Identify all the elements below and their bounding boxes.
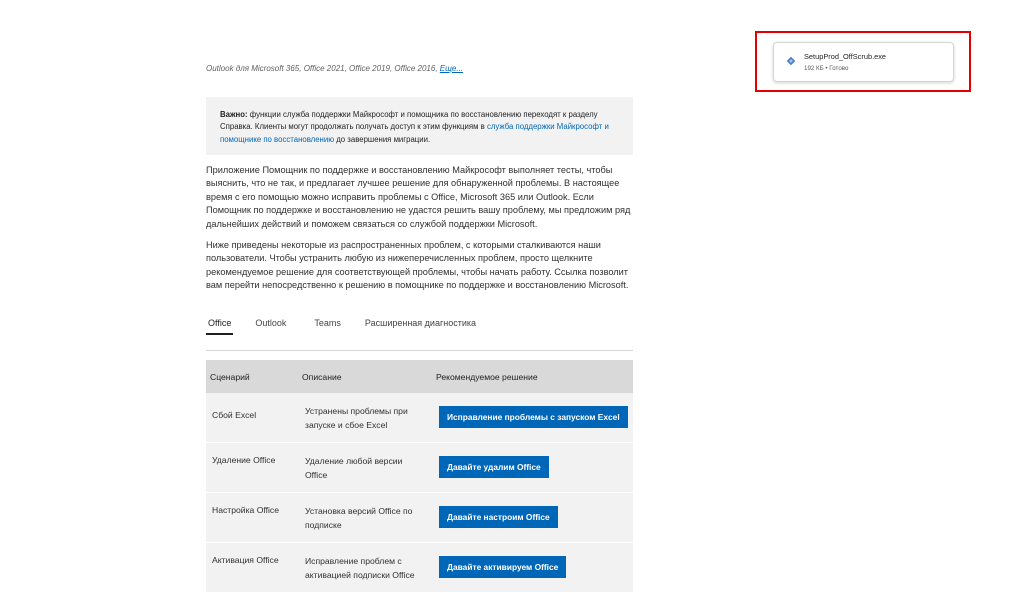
scenarios-table: Сценарий Описание Рекомендуемое решение … <box>206 360 633 593</box>
applies-to-line: Outlook для Microsoft 365, Office 2021, … <box>206 64 463 73</box>
more-link[interactable]: Еще... <box>440 64 463 73</box>
download-status: 192 КБ • Готово <box>804 65 849 72</box>
description-cell: Удаление любой версии Office <box>305 456 403 480</box>
scenario-cell: Сбой Excel <box>212 410 257 420</box>
scenario-cell: Активация Office <box>212 555 279 565</box>
scenario-cell: Удаление Office <box>212 455 276 465</box>
uninstall-office-button[interactable]: Давайте удалим Office <box>439 456 549 478</box>
tab-office[interactable]: Office <box>206 318 234 336</box>
fix-excel-button[interactable]: Исправление проблемы с запуском Excel <box>439 406 628 428</box>
notice-text-2: до завершения миграции. <box>334 134 431 144</box>
download-item[interactable]: SetupProd_OffScrub.exe 192 КБ • Готово <box>773 42 954 82</box>
table-row: Активация Office Исправление проблем с а… <box>206 543 633 593</box>
header-scenario: Сценарий <box>210 372 250 382</box>
description-cell: Исправление проблем с активацией подписк… <box>305 556 415 580</box>
table-header: Сценарий Описание Рекомендуемое решение <box>206 360 633 393</box>
scenario-cell: Настройка Office <box>212 505 279 515</box>
product-tabs: Office Outlook Teams Расширенная диагнос… <box>206 318 498 336</box>
table-row: Настройка Office Установка версий Office… <box>206 493 633 543</box>
setup-office-button[interactable]: Давайте настроим Office <box>439 506 558 528</box>
header-description: Описание <box>302 372 342 382</box>
activate-office-button[interactable]: Давайте активируем Office <box>439 556 567 578</box>
important-notice: Важно: функции служба поддержки Майкросо… <box>206 97 633 155</box>
tab-teams[interactable]: Teams <box>312 318 343 336</box>
tab-advanced-diagnostics[interactable]: Расширенная диагностика <box>363 318 478 336</box>
file-installer-icon <box>786 53 796 66</box>
header-solution: Рекомендуемое решение <box>436 372 538 382</box>
common-issues-paragraph: Ниже приведены некоторые из распростране… <box>206 240 629 291</box>
intro-paragraph: Приложение Помощник по поддержке и восст… <box>206 165 631 229</box>
description-cell: Установка версий Office по подписке <box>305 506 413 530</box>
notice-label: Важно: <box>220 110 248 119</box>
tabs-divider <box>206 350 633 351</box>
applies-to-text: Outlook для Microsoft 365, Office 2021, … <box>206 64 440 73</box>
table-row: Удаление Office Удаление любой версии Of… <box>206 443 633 493</box>
tab-outlook[interactable]: Outlook <box>253 318 288 336</box>
description-cell: Устранены проблемы при запуске и сбое Ex… <box>305 406 408 430</box>
download-filename: SetupProd_OffScrub.exe <box>804 52 887 61</box>
table-row: Сбой Excel Устранены проблемы при запуск… <box>206 393 633 443</box>
